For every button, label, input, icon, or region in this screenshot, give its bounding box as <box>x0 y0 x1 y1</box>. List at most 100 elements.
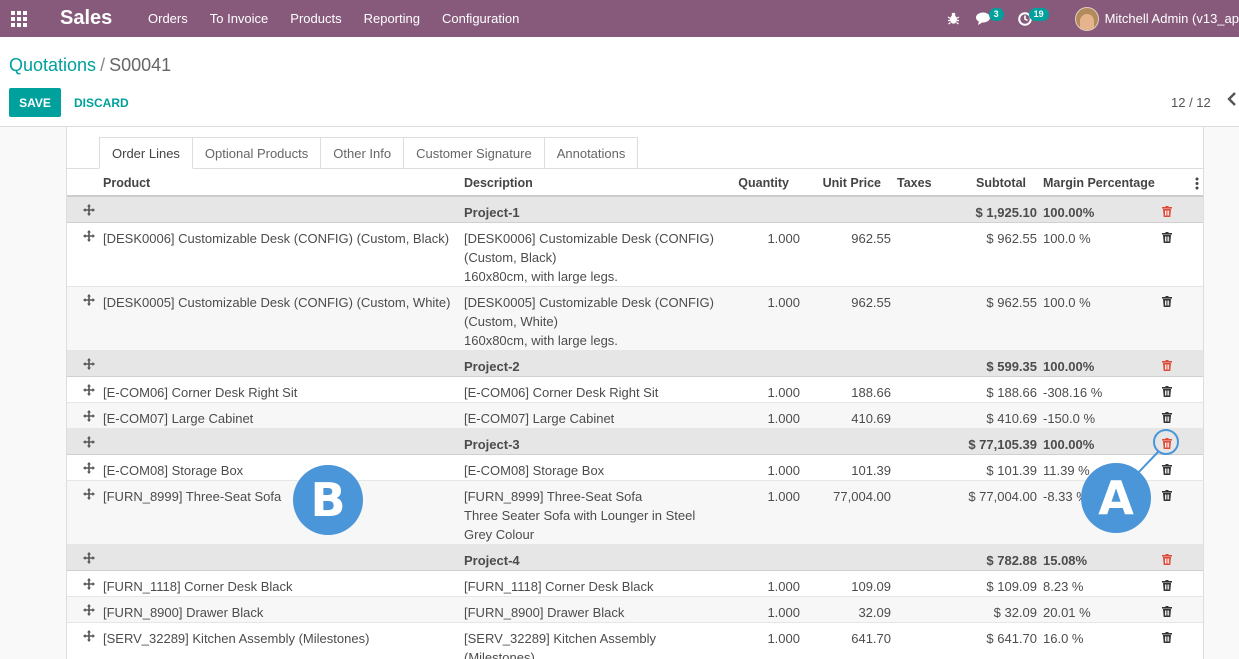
trash-icon[interactable] <box>1162 359 1172 371</box>
tab-optional-products[interactable]: Optional Products <box>192 137 322 169</box>
description[interactable]: [SERV_32289] Kitchen Assembly (Milestones… <box>464 629 656 659</box>
move-handle-icon[interactable] <box>83 204 95 216</box>
section-row[interactable]: Project-2 $ 599.35 100.00% <box>67 351 1203 377</box>
quantity[interactable]: 1.000 <box>767 409 800 428</box>
save-button[interactable]: SAVE <box>9 88 61 117</box>
section-row[interactable]: Project-1 $ 1,925.10 100.00% <box>67 197 1203 223</box>
avatar[interactable] <box>1074 6 1099 31</box>
menu-to-invoice[interactable]: To Invoice <box>199 0 280 37</box>
move-handle-icon[interactable] <box>83 604 95 616</box>
description[interactable]: [FURN_8999] Three-Seat Sofa Three Seater … <box>464 487 695 544</box>
apps-grid-icon[interactable] <box>1 0 37 37</box>
move-handle-icon[interactable] <box>83 488 95 500</box>
unit-price[interactable]: 410.69 <box>851 409 891 428</box>
table-row[interactable]: [DESK0006] Customizable Desk (CONFIG) (C… <box>67 223 1203 287</box>
clock-icon[interactable]: 19 <box>1017 8 1049 26</box>
trash-icon[interactable] <box>1162 231 1172 243</box>
trash-icon[interactable] <box>1162 295 1172 307</box>
unit-price[interactable]: 641.70 <box>851 629 891 648</box>
tab-other-info[interactable]: Other Info <box>321 137 405 169</box>
app-name[interactable]: Sales <box>60 7 142 30</box>
table-row[interactable]: [E-COM07] Large Cabinet [E-COM07] Large C… <box>67 403 1203 429</box>
tab-order-lines[interactable]: Order Lines <box>99 137 193 169</box>
move-handle-icon[interactable] <box>83 630 95 642</box>
tab-customer-signature[interactable]: Customer Signature <box>404 137 545 169</box>
trash-icon[interactable] <box>1162 411 1172 423</box>
quantity[interactable]: 1.000 <box>767 577 800 596</box>
table-row[interactable]: [DESK0005] Customizable Desk (CONFIG) (C… <box>67 287 1203 351</box>
product-name[interactable]: [E-COM06] Corner Desk Right Sit <box>103 383 297 402</box>
quantity[interactable]: 1.000 <box>767 461 800 480</box>
unit-price[interactable]: 188.66 <box>851 383 891 402</box>
product-name[interactable]: [FURN_1118] Corner Desk Black <box>103 577 293 596</box>
unit-price[interactable]: 77,004.00 <box>833 487 891 506</box>
table-row[interactable]: [FURN_1118] Corner Desk Black [FURN_1118]… <box>67 571 1203 597</box>
trash-icon[interactable] <box>1162 605 1172 617</box>
quantity[interactable]: 1.000 <box>767 629 800 648</box>
move-handle-icon[interactable] <box>83 552 95 564</box>
move-handle-icon[interactable] <box>83 294 95 306</box>
table-row[interactable]: [E-COM06] Corner Desk Right Sit [E-COM06]… <box>67 377 1203 403</box>
unit-price[interactable]: 32.09 <box>858 603 891 622</box>
quantity[interactable]: 1.000 <box>767 293 800 312</box>
description[interactable]: [FURN_1118] Corner Desk Black <box>464 577 654 596</box>
table-row[interactable]: [E-COM08] Storage Box [E-COM08] Storage B… <box>67 455 1203 481</box>
discard-button[interactable]: DISCARD <box>74 88 129 117</box>
product-name[interactable]: [E-COM08] Storage Box <box>103 461 243 480</box>
product-name[interactable]: [FURN_8900] Drawer Black <box>103 603 263 622</box>
move-handle-icon[interactable] <box>83 230 95 242</box>
trash-icon[interactable] <box>1162 631 1172 643</box>
description[interactable]: [E-COM06] Corner Desk Right Sit <box>464 383 658 402</box>
move-handle-icon[interactable] <box>83 578 95 590</box>
col-subtotal[interactable]: Subtotal <box>976 176 1026 190</box>
breadcrumb-quotations[interactable]: Quotations <box>9 55 96 75</box>
description[interactable]: [DESK0006] Customizable Desk (CONFIG) (Cu… <box>464 229 714 286</box>
quantity[interactable]: 1.000 <box>767 487 800 506</box>
menu-products[interactable]: Products <box>279 0 352 37</box>
trash-icon[interactable] <box>1162 205 1172 217</box>
trash-icon[interactable] <box>1162 489 1172 501</box>
table-row[interactable]: [SERV_32289] Kitchen Assembly (Milestone… <box>67 623 1203 659</box>
menu-configuration[interactable]: Configuration <box>431 0 530 37</box>
description[interactable]: [FURN_8900] Drawer Black <box>464 603 624 622</box>
chat-icon[interactable]: 3 <box>975 8 1004 25</box>
menu-orders[interactable]: Orders <box>142 0 199 37</box>
kebab-menu-icon[interactable] <box>1195 177 1199 193</box>
bug-icon[interactable] <box>947 12 960 25</box>
menu-reporting[interactable]: Reporting <box>353 0 431 37</box>
trash-icon[interactable] <box>1162 385 1172 397</box>
tab-annotations[interactable]: Annotations <box>544 137 639 169</box>
product-name[interactable]: [SERV_32289] Kitchen Assembly (Milestone… <box>103 629 369 648</box>
chevron-left-icon[interactable] <box>1227 92 1237 111</box>
description[interactable]: [E-COM07] Large Cabinet <box>464 409 614 428</box>
col-unit-price[interactable]: Unit Price <box>823 176 881 190</box>
product-name[interactable]: [FURN_8999] Three-Seat Sofa <box>103 487 281 506</box>
product-name[interactable]: [E-COM07] Large Cabinet <box>103 409 253 428</box>
pager-value[interactable]: 12 / 12 <box>1171 95 1211 110</box>
col-description[interactable]: Description <box>464 176 533 190</box>
move-handle-icon[interactable] <box>83 358 95 370</box>
trash-icon[interactable] <box>1162 579 1172 591</box>
description[interactable]: [E-COM08] Storage Box <box>464 461 604 480</box>
quantity[interactable]: 1.000 <box>767 603 800 622</box>
unit-price[interactable]: 101.39 <box>851 461 891 480</box>
move-handle-icon[interactable] <box>83 410 95 422</box>
section-row[interactable]: Project-3 $ 77,105.39 100.00% <box>67 429 1203 455</box>
table-row[interactable]: [FURN_8999] Three-Seat Sofa [FURN_8999] T… <box>67 481 1203 545</box>
col-product[interactable]: Product <box>103 176 150 190</box>
col-taxes[interactable]: Taxes <box>897 176 932 190</box>
user-name[interactable]: Mitchell Admin (v13_ap <box>1105 11 1239 26</box>
trash-icon[interactable] <box>1162 553 1172 565</box>
move-handle-icon[interactable] <box>83 462 95 474</box>
section-row[interactable]: Project-4 $ 782.88 15.08% <box>67 545 1203 571</box>
unit-price[interactable]: 962.55 <box>851 229 891 248</box>
quantity[interactable]: 1.000 <box>767 229 800 248</box>
product-name[interactable]: [DESK0005] Customizable Desk (CONFIG) (C… <box>103 293 450 312</box>
col-quantity[interactable]: Quantity <box>738 176 789 190</box>
unit-price[interactable]: 962.55 <box>851 293 891 312</box>
table-row[interactable]: [FURN_8900] Drawer Black [FURN_8900] Draw… <box>67 597 1203 623</box>
quantity[interactable]: 1.000 <box>767 383 800 402</box>
col-margin-percentage[interactable]: Margin Percentage <box>1043 176 1155 190</box>
move-handle-icon[interactable] <box>83 384 95 396</box>
product-name[interactable]: [DESK0006] Customizable Desk (CONFIG) (C… <box>103 229 449 248</box>
